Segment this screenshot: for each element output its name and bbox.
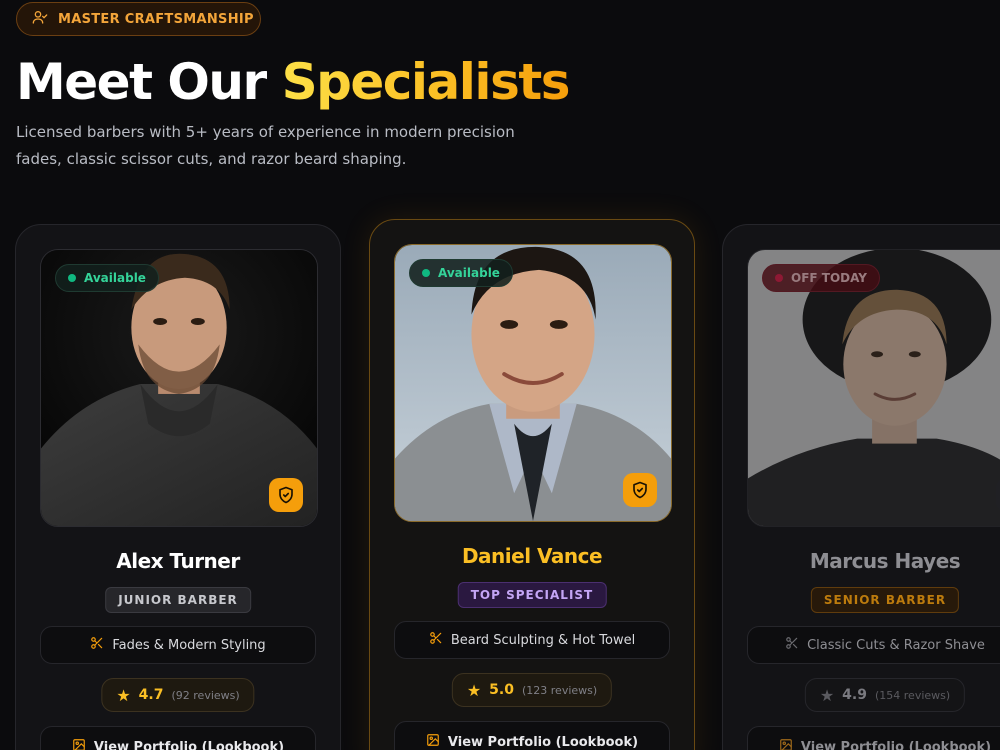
image-icon: [779, 738, 793, 750]
specialty-text: Beard Sculpting & Hot Towel: [450, 632, 636, 648]
portfolio-label: View Portfolio (Lookbook): [447, 734, 639, 750]
page-title-plain: Meet Our: [16, 53, 282, 111]
barber-card: OFF TODAY Marcus Hayes SENIOR BARBER Cla…: [722, 224, 1000, 750]
shield-check-icon: [623, 473, 657, 507]
image-icon: [72, 738, 86, 750]
star-icon: ★: [819, 685, 835, 705]
shield-check-icon: [996, 478, 1000, 512]
barber-photo: Available: [394, 244, 672, 522]
eyebrow-badge: MASTER CRAFTSMANSHIP: [16, 2, 261, 36]
page-title-accent: Specialists: [281, 53, 571, 111]
status-dot: [422, 269, 430, 277]
page-subtitle: Licensed barbers with 5+ years of experi…: [16, 123, 515, 168]
review-count: (123 reviews): [521, 683, 598, 697]
review-count: (92 reviews): [171, 688, 240, 702]
rating-score: 4.7: [138, 687, 164, 703]
user-check-icon: [32, 9, 48, 29]
star-icon: ★: [466, 680, 482, 700]
availability-badge: Available: [409, 259, 513, 287]
portfolio-label: View Portfolio (Lookbook): [93, 739, 285, 750]
specialty-chip: Beard Sculpting & Hot Towel: [394, 621, 670, 659]
status-dot: [775, 274, 783, 282]
portfolio-label: View Portfolio (Lookbook): [800, 739, 992, 750]
star-icon: ★: [116, 685, 131, 705]
barber-card-featured: Available Daniel Vance TOP SPECIALIST Be…: [369, 219, 695, 750]
review-count: (154 reviews): [874, 688, 951, 702]
availability-badge: OFF TODAY: [762, 264, 880, 292]
rating-score: 5.0: [489, 682, 514, 698]
barber-name: Alex Turner: [116, 549, 240, 573]
barber-name: Daniel Vance: [461, 544, 603, 568]
page-title: Meet Our Specialists: [16, 52, 571, 112]
barber-photo: Available: [40, 249, 318, 527]
scissors-icon: [785, 636, 799, 654]
status-text: Available: [438, 266, 500, 280]
eyebrow-text: MASTER CRAFTSMANSHIP: [58, 11, 254, 27]
view-portfolio-button[interactable]: View Portfolio (Lookbook): [40, 726, 316, 750]
barber-card: Available Alex Turner JUNIOR BARBER Fade…: [15, 224, 341, 750]
shield-check-icon: [269, 478, 303, 512]
role-badge: SENIOR BARBER: [810, 587, 960, 613]
availability-badge: Available: [55, 264, 159, 292]
image-icon: [426, 733, 440, 750]
view-portfolio-button[interactable]: View Portfolio (Lookbook): [394, 721, 670, 750]
rating-chip: ★ 5.0 (123 reviews): [451, 673, 613, 707]
role-badge: TOP SPECIALIST: [457, 582, 607, 608]
specialty-text: Fades & Modern Styling: [112, 637, 266, 653]
scissors-icon: [90, 636, 104, 654]
specialty-chip: Classic Cuts & Razor Shave: [747, 626, 1000, 664]
status-text: Available: [84, 271, 146, 285]
specialty-chip: Fades & Modern Styling: [40, 626, 316, 664]
barber-photo: OFF TODAY: [747, 249, 1000, 527]
view-portfolio-button[interactable]: View Portfolio (Lookbook): [747, 726, 1000, 750]
rating-chip: ★ 4.7 (92 reviews): [101, 678, 255, 712]
scissors-icon: [429, 631, 443, 649]
rating-chip: ★ 4.9 (154 reviews): [804, 678, 966, 712]
rating-score: 4.9: [842, 687, 867, 703]
status-dot: [68, 274, 76, 282]
status-text: OFF TODAY: [791, 271, 867, 285]
role-badge: JUNIOR BARBER: [105, 587, 251, 613]
specialty-text: Classic Cuts & Razor Shave: [807, 637, 985, 653]
barber-name: Marcus Hayes: [809, 549, 961, 573]
